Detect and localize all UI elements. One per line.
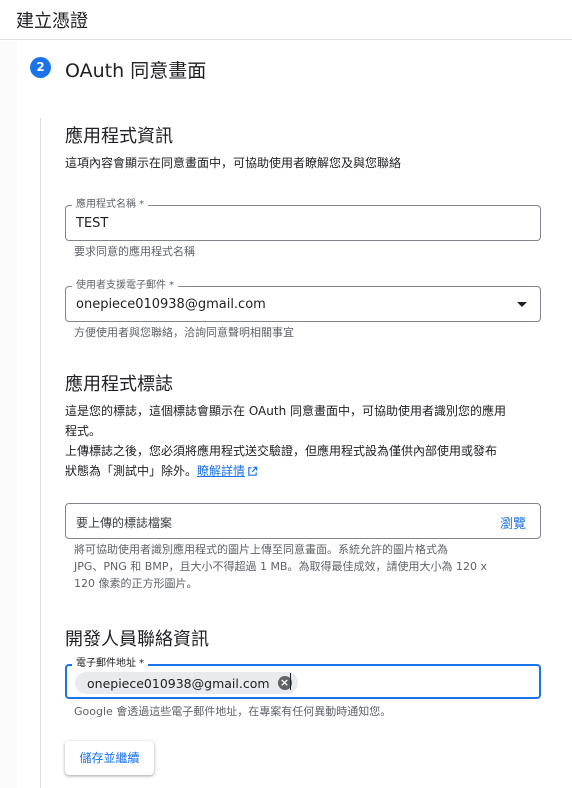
logo-upload-placeholder: 要上傳的標誌檔案 (76, 516, 173, 530)
app-logo-description: 這是您的標誌，這個標誌會顯示在 OAuth 同意畫面中，可協助使用者識別您的應用… (65, 401, 545, 481)
app-name-value[interactable]: TEST (76, 216, 108, 231)
app-logo-desc-line3: 上傳標誌之後，您必須將應用程式送交驗證，但應用程式設為僅供內部使用或發布 (65, 444, 498, 458)
app-logo-desc-line2: 程式。 (65, 424, 102, 438)
app-name-label: 應用程式名稱 * (72, 199, 149, 211)
text-cursor (290, 673, 291, 690)
app-logo-desc-line1: 這是您的標誌，這個標誌會顯示在 OAuth 同意畫面中，可協助使用者識別您的應用 (65, 404, 506, 418)
developer-email-field[interactable]: 電子郵件地址 * onepiece010938@gmail.com × (65, 658, 541, 699)
learn-more-link[interactable]: 瞭解詳情 (197, 464, 245, 478)
developer-email-label: 電子郵件地址 * (72, 658, 149, 670)
logo-help-line1: 將可協助使用者識別應用程式的圖片上傳至同意畫面。系統允許的圖片格式為 (74, 543, 448, 556)
left-panel-strip (0, 41, 17, 788)
save-and-continue-button[interactable]: 儲存並繼續 (65, 741, 154, 775)
external-link-icon[interactable] (247, 466, 258, 477)
dropdown-arrow-icon[interactable] (517, 302, 527, 307)
support-email-label: 使用者支援電子郵件 * (72, 280, 179, 292)
logo-help-line3: 120 像素的正方形圖片。 (74, 577, 198, 590)
logo-upload-field[interactable]: 要上傳的標誌檔案 瀏覽 (65, 503, 541, 539)
logo-upload-help: 將可協助使用者識別應用程式的圖片上傳至同意畫面。系統允許的圖片格式為 JPG、P… (74, 541, 534, 592)
email-chip-text: onepiece010938@gmail.com (87, 675, 270, 691)
step-number-badge: 2 (30, 57, 51, 78)
step-connector-line (40, 118, 41, 788)
top-bar: 建立憑證 (0, 0, 572, 40)
support-email-help: 方便使用者與您聯絡，洽詢同意聲明相關事宜 (74, 326, 294, 339)
support-email-value: onepiece010938@gmail.com (76, 297, 266, 312)
app-logo-heading: 應用程式標誌 (65, 374, 173, 395)
app-logo-desc-line4-prefix: 狀態為「測試中」除外。 (65, 464, 198, 478)
app-logo-desc-line4: 狀態為「測試中」除外。瞭解詳情 (65, 461, 545, 481)
app-name-help: 要求同意的應用程式名稱 (74, 245, 195, 258)
support-email-select[interactable]: 使用者支援電子郵件 * onepiece010938@gmail.com (65, 280, 541, 322)
developer-email-help: Google 會透過這些電子郵件地址，在專案有任何異動時通知您。 (74, 705, 392, 718)
app-info-heading: 應用程式資訊 (65, 126, 173, 147)
browse-button[interactable]: 瀏覽 (500, 513, 526, 532)
developer-contact-heading: 開發人員聯絡資訊 (65, 629, 209, 650)
app-name-field[interactable]: 應用程式名稱 * TEST (65, 199, 541, 241)
email-chip[interactable]: onepiece010938@gmail.com × (75, 672, 298, 694)
app-info-description: 這項內容會顯示在同意畫面中，可協助使用者瞭解您及與您聯絡 (65, 156, 402, 170)
page-title: 建立憑證 (16, 11, 88, 32)
step-title: OAuth 同意畫面 (65, 60, 207, 82)
logo-help-line2: JPG、PNG 和 BMP，且大小不得超過 1 MB。為取得最佳成效，請使用大小… (74, 560, 487, 573)
